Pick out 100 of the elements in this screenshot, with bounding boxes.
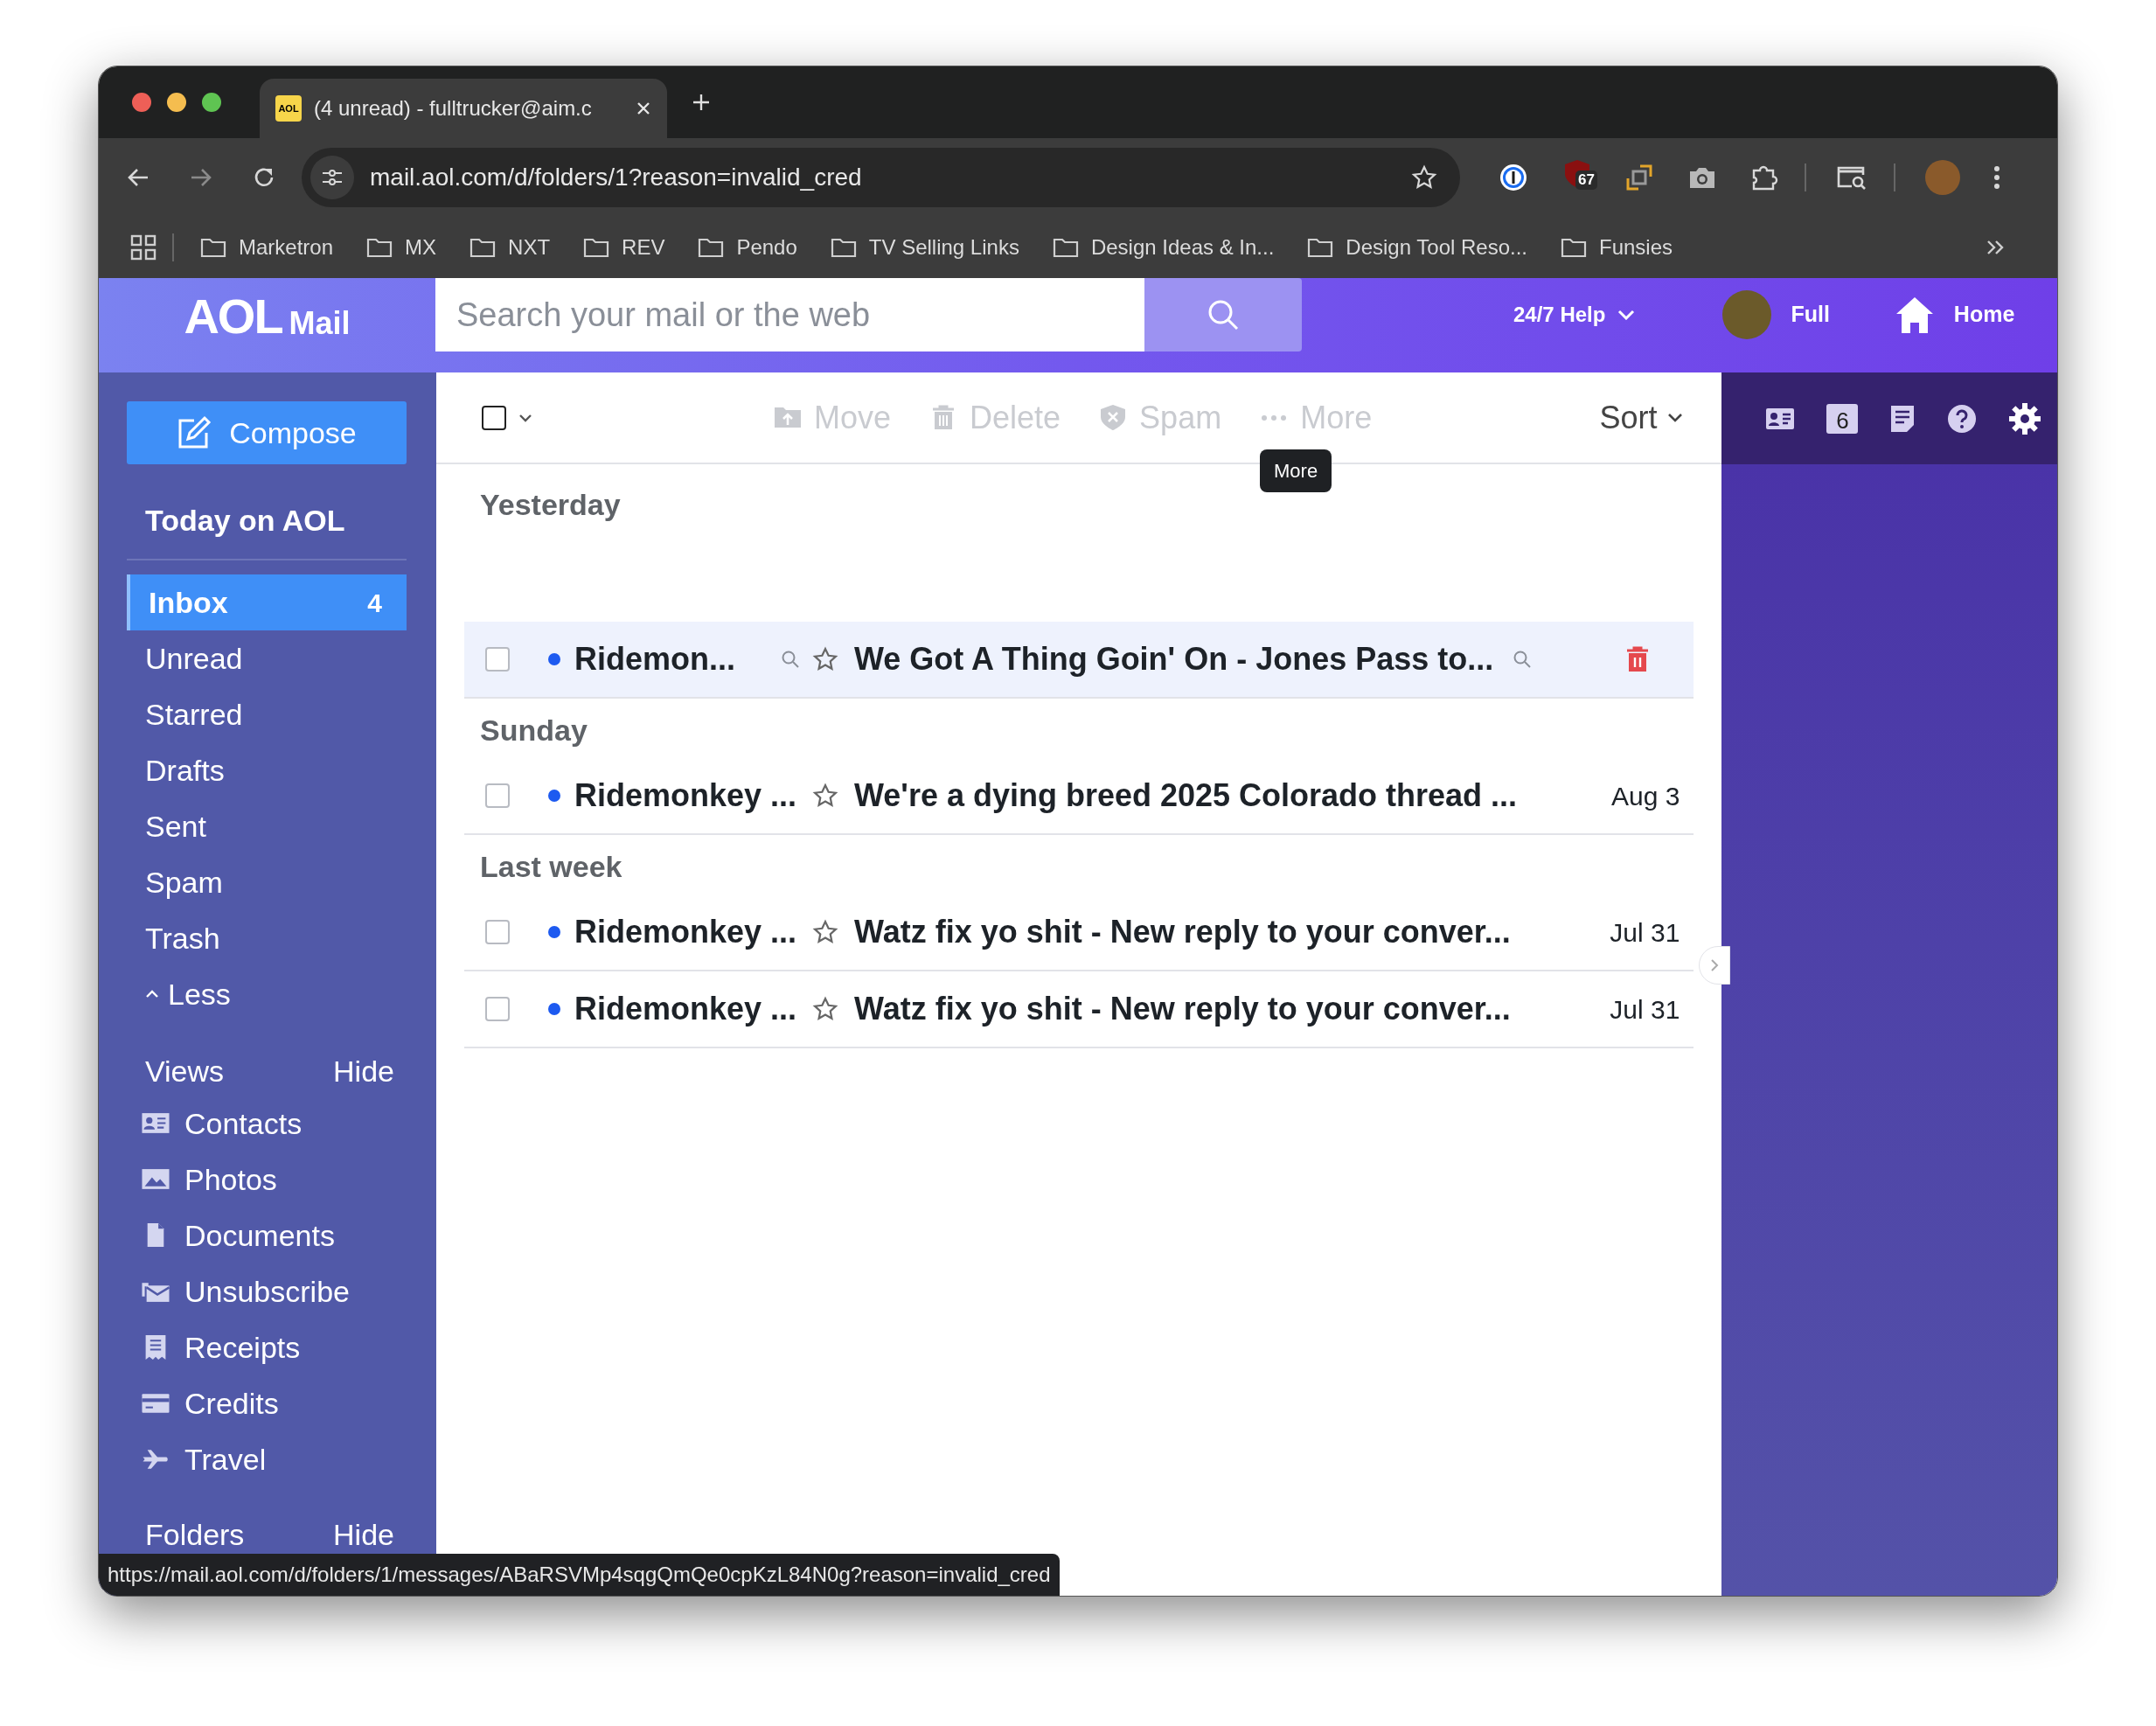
folder-icon	[583, 237, 610, 258]
forward-icon[interactable]	[190, 167, 212, 188]
unread-count: 4	[367, 587, 382, 619]
message-checkbox[interactable]	[485, 783, 510, 808]
view-item[interactable]: Unsubscribe	[127, 1263, 407, 1319]
folder-item[interactable]: Sent	[127, 798, 407, 854]
message-row[interactable]: Ridemon... We Got A Thing Goin' On - Jones Pass to...	[464, 622, 1694, 699]
bookmark[interactable]: TV Selling Links	[830, 232, 1019, 263]
bookmark[interactable]: NXT	[469, 232, 551, 263]
caret-icon[interactable]	[518, 413, 532, 422]
help-menu-button[interactable]: 24/7 Help	[1513, 299, 1636, 331]
close-icon[interactable]	[636, 101, 651, 116]
hide-toggle[interactable]: Hide	[333, 1048, 394, 1094]
folder-item[interactable]: Trash	[127, 910, 407, 966]
folder-icon	[830, 237, 857, 258]
folder-item[interactable]: Unread	[127, 630, 407, 686]
less-toggle[interactable]: Less	[145, 966, 407, 1022]
apps-grid-icon[interactable]	[130, 234, 156, 261]
sender-name: Ridemon...	[574, 640, 735, 679]
user-name[interactable]: Full	[1791, 298, 1830, 331]
search-icon[interactable]	[781, 650, 800, 669]
back-icon[interactable]	[127, 167, 150, 188]
folder-icon	[200, 237, 226, 258]
logo-subtitle: Mail	[289, 308, 351, 339]
logo[interactable]: AOL	[184, 292, 282, 341]
double-chevron-icon[interactable]	[1986, 239, 2005, 256]
folder-icon	[1307, 237, 1334, 258]
sender-name: Ridemonkey ...	[574, 913, 797, 951]
view-item[interactable]: Photos	[127, 1152, 407, 1208]
sender-name: Ridemonkey ...	[574, 990, 797, 1028]
status-url: https://mail.aol.com/d/folders/1/messages/ABaRSVMp4sqgQmQe0cpKzL84N0g?reason=invalid_cred	[99, 1554, 1060, 1596]
browser-tab[interactable]: AOL (4 unread) - fulltrucker@aim.c	[260, 79, 667, 138]
message-date: Jul 31	[1610, 993, 1680, 1026]
folder-item[interactable]: Spam	[127, 854, 407, 910]
star-icon[interactable]	[812, 783, 838, 809]
bookmark[interactable]: MX	[366, 232, 437, 263]
close-window-button[interactable]	[132, 93, 151, 112]
bookmark[interactable]: Funsies	[1561, 232, 1673, 263]
password-manager-icon[interactable]	[1499, 163, 1528, 192]
folder-icon	[1052, 237, 1079, 258]
settings-icon[interactable]	[2008, 401, 2042, 435]
message-subject: We Got A Thing Goin' On - Jones Pass to...	[854, 640, 1494, 679]
folder-item[interactable]: Starred	[127, 686, 407, 742]
bookmark[interactable]: Design Tool Reso...	[1307, 232, 1527, 263]
minimize-window-button[interactable]	[167, 93, 186, 112]
home-link[interactable]: Home	[1953, 298, 2015, 331]
chevron-right-icon	[1710, 958, 1720, 972]
overlapping-squares-icon[interactable]	[1624, 163, 1654, 192]
compose-button[interactable]: Compose	[127, 401, 407, 464]
tab-search-icon[interactable]	[1836, 164, 1867, 191]
help-icon[interactable]	[1947, 403, 1978, 434]
message-checkbox[interactable]	[485, 647, 510, 672]
select-all-checkbox[interactable]	[482, 405, 506, 430]
bookmark[interactable]: REV	[583, 232, 665, 263]
menu-icon[interactable]	[1993, 165, 2000, 190]
message-checkbox[interactable]	[485, 997, 510, 1021]
today-link[interactable]: Today on AOL	[145, 499, 407, 541]
address-bar[interactable]: mail.aol.com/d/folders/1?reason=invalid_cred	[302, 148, 1460, 207]
calendar-icon[interactable]: 6	[1826, 403, 1859, 434]
view-item[interactable]: Receipts	[127, 1319, 407, 1375]
view-item[interactable]: Documents	[127, 1208, 407, 1263]
bookmark[interactable]: Marketron	[200, 232, 334, 263]
bookmark-star-icon[interactable]	[1411, 164, 1437, 191]
search-icon	[1207, 298, 1240, 331]
folder-item[interactable]: Inbox 4	[127, 574, 407, 630]
section-heading: Folders	[145, 1516, 245, 1553]
search-field[interactable]: Search your mail or the web	[435, 278, 1144, 351]
star-icon[interactable]	[812, 646, 838, 672]
group-heading: Sunday	[479, 713, 588, 748]
view-item[interactable]: Credits	[127, 1375, 407, 1431]
star-icon[interactable]	[812, 919, 838, 945]
site-info-button[interactable]	[310, 156, 354, 199]
contact-card-icon[interactable]	[1765, 406, 1796, 431]
group-heading: Last week	[479, 849, 623, 885]
favicon: AOL	[275, 95, 302, 122]
group-heading: Yesterday	[479, 487, 622, 523]
notepad-icon[interactable]	[1889, 403, 1916, 434]
search-icon[interactable]	[1513, 650, 1533, 669]
new-tab-icon[interactable]	[692, 93, 711, 112]
bookmark[interactable]: Pendo	[698, 232, 797, 263]
section-heading: Views	[145, 1053, 225, 1089]
star-icon[interactable]	[812, 996, 838, 1022]
sort-button[interactable]: Sort	[1599, 393, 1684, 442]
extension-badge: 67	[1575, 171, 1597, 190]
edit-icon	[177, 415, 212, 450]
scroll-right-button[interactable]	[1699, 946, 1731, 985]
puzzle-piece-icon[interactable]	[1750, 164, 1778, 191]
view-item[interactable]: Contacts	[127, 1096, 407, 1152]
sender-name: Ridemonkey ...	[574, 776, 797, 815]
message-subject: Watz fix yo shit - New reply to your conver...	[854, 990, 1511, 1028]
caret-up-icon	[145, 990, 159, 999]
maximize-window-button[interactable]	[202, 93, 221, 112]
shield-icon	[1099, 404, 1128, 431]
bookmark[interactable]: Design Ideas & In...	[1052, 232, 1275, 263]
view-item[interactable]: Travel	[127, 1431, 407, 1487]
message-checkbox[interactable]	[485, 920, 510, 944]
delete-icon[interactable]	[1625, 645, 1651, 673]
url-text: mail.aol.com/d/folders/1?reason=invalid_cred	[370, 163, 863, 192]
reload-icon[interactable]	[253, 166, 275, 189]
folder-item[interactable]: Drafts	[127, 742, 407, 798]
